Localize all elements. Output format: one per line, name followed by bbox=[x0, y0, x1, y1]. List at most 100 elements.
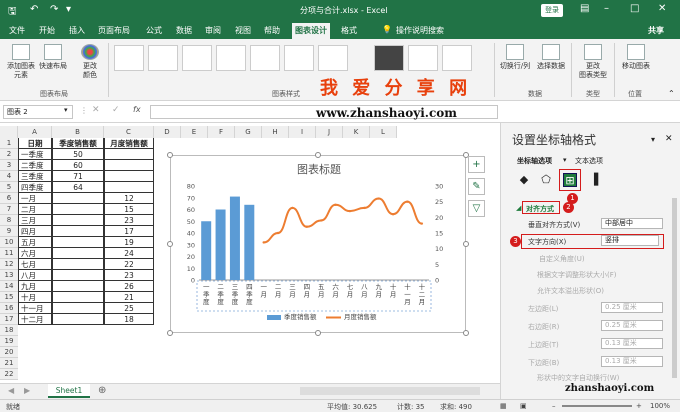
table-cell[interactable]: 七月 bbox=[18, 259, 52, 270]
table-cell[interactable]: 19 bbox=[104, 237, 154, 248]
table-cell[interactable] bbox=[52, 204, 104, 215]
row-header[interactable]: 9 bbox=[0, 226, 18, 237]
quick-layout-button[interactable]: 快速布局 bbox=[38, 44, 68, 71]
column-header-b[interactable]: B bbox=[52, 126, 104, 138]
menu-review[interactable]: 审阅 bbox=[205, 25, 221, 36]
table-cell[interactable]: 五月 bbox=[18, 237, 52, 248]
zoom-level[interactable]: 100% bbox=[650, 402, 670, 410]
row-header[interactable]: 10 bbox=[0, 237, 18, 248]
top-margin-input[interactable]: 0.13 厘米 bbox=[601, 338, 663, 349]
select-all-corner[interactable] bbox=[0, 126, 18, 138]
zoom-out-icon[interactable]: – bbox=[552, 402, 556, 410]
wrap-text-checkbox[interactable]: 形状中的文字自动换行(W) bbox=[537, 373, 619, 383]
section-alignment[interactable]: ◢ bbox=[516, 204, 521, 212]
text-direction-select[interactable]: 竖排 bbox=[601, 235, 659, 246]
table-cell[interactable]: 四月 bbox=[18, 226, 52, 237]
table-cell[interactable] bbox=[52, 237, 104, 248]
table-cell[interactable]: 三月 bbox=[18, 215, 52, 226]
table-cell[interactable] bbox=[52, 303, 104, 314]
menu-data[interactable]: 数据 bbox=[176, 25, 192, 36]
row-header[interactable]: 7 bbox=[0, 204, 18, 215]
table-cell[interactable]: 64 bbox=[52, 182, 104, 193]
column-header-h[interactable]: H bbox=[262, 126, 289, 138]
select-data-button[interactable]: 选择数据 bbox=[534, 44, 568, 71]
row-header[interactable]: 22 bbox=[0, 369, 18, 380]
row-header[interactable]: 17 bbox=[0, 314, 18, 325]
axis-options-dropdown-icon[interactable]: ▾ bbox=[563, 156, 567, 164]
column-header-j[interactable]: J bbox=[316, 126, 343, 138]
table-cell[interactable]: 九月 bbox=[18, 281, 52, 292]
column-header-f[interactable]: F bbox=[208, 126, 235, 138]
table-cell[interactable] bbox=[104, 171, 154, 182]
header-cell[interactable]: 月度销售额 bbox=[104, 138, 154, 149]
menu-format[interactable]: 格式 bbox=[341, 25, 357, 36]
right-margin-input[interactable]: 0.25 厘米 bbox=[601, 320, 663, 331]
menu-home[interactable]: 开始 bbox=[39, 25, 55, 36]
row-header[interactable]: 14 bbox=[0, 281, 18, 292]
chart-filters-button[interactable]: ▽ bbox=[468, 200, 485, 217]
table-cell[interactable]: 三季度 bbox=[18, 171, 52, 182]
prev-sheet-icon[interactable]: ◀ bbox=[8, 386, 14, 395]
row-header[interactable]: 3 bbox=[0, 160, 18, 171]
chart-resize-handle[interactable] bbox=[315, 152, 321, 158]
table-cell[interactable]: 12 bbox=[104, 193, 154, 204]
switch-row-column-button[interactable]: 切换行/列 bbox=[498, 44, 532, 71]
login-button[interactable]: 登录 bbox=[541, 4, 563, 17]
menu-view[interactable]: 视图 bbox=[235, 25, 251, 36]
table-cell[interactable]: 26 bbox=[104, 281, 154, 292]
table-cell[interactable]: 一季度 bbox=[18, 149, 52, 160]
chart-elements-button[interactable]: + bbox=[468, 156, 485, 173]
chart-style-10[interactable] bbox=[442, 45, 472, 71]
column-header-l[interactable]: L bbox=[370, 126, 397, 138]
horizontal-scrollbar[interactable] bbox=[300, 387, 480, 395]
sheet-tab-sheet1[interactable]: Sheet1 bbox=[48, 384, 90, 398]
fill-line-icon[interactable]: ◆ bbox=[517, 173, 531, 187]
resize-shape-checkbox[interactable]: 根据文字调整形状大小(F) bbox=[537, 270, 617, 280]
maximize-icon[interactable]: □ bbox=[630, 3, 639, 14]
table-cell[interactable]: 23 bbox=[104, 215, 154, 226]
table-cell[interactable]: 21 bbox=[104, 292, 154, 303]
table-cell[interactable]: 十一月 bbox=[18, 303, 52, 314]
chart-style-1[interactable] bbox=[114, 45, 144, 71]
chart-style-7[interactable] bbox=[318, 45, 348, 71]
left-margin-input[interactable]: 0.25 厘米 bbox=[601, 302, 663, 313]
table-cell[interactable]: 十月 bbox=[18, 292, 52, 303]
chart-style-3[interactable] bbox=[182, 45, 212, 71]
table-cell[interactable] bbox=[104, 182, 154, 193]
row-header[interactable]: 13 bbox=[0, 270, 18, 281]
chart-object[interactable]: 图表标题 0 10 20 30 40 50 60 70 80 0 5 10 15 20 25 30 一季度二季度三… bbox=[170, 155, 466, 333]
vertical-align-select[interactable]: 中部居中 bbox=[601, 218, 663, 229]
move-chart-button[interactable]: 移动图表 bbox=[618, 44, 654, 71]
axis-options-icon[interactable]: ▐ bbox=[587, 173, 601, 187]
column-header-d[interactable]: D bbox=[154, 126, 181, 138]
table-cell[interactable] bbox=[52, 259, 104, 270]
chart-style-8[interactable] bbox=[374, 45, 404, 71]
row-header[interactable]: 18 bbox=[0, 325, 18, 336]
table-cell[interactable] bbox=[52, 215, 104, 226]
table-cell[interactable]: 二季度 bbox=[18, 160, 52, 171]
search-box[interactable]: 操作说明搜索 bbox=[396, 25, 444, 36]
change-chart-type-button[interactable]: 更改 图表类型 bbox=[575, 44, 611, 80]
table-cell[interactable] bbox=[52, 314, 104, 325]
row-header[interactable]: 11 bbox=[0, 248, 18, 259]
customize-qat-icon[interactable]: ▾ bbox=[66, 4, 71, 15]
table-cell[interactable]: 25 bbox=[104, 303, 154, 314]
menu-help[interactable]: 帮助 bbox=[264, 25, 280, 36]
ribbon-display-icon[interactable]: ▤ bbox=[580, 3, 589, 14]
chart-resize-handle[interactable] bbox=[167, 241, 173, 247]
name-box[interactable]: 图表 2 bbox=[3, 105, 73, 119]
row-header[interactable]: 1 bbox=[0, 138, 18, 149]
tab-axis-options[interactable]: 坐标轴选项 bbox=[517, 156, 552, 166]
chart-style-5[interactable] bbox=[250, 45, 280, 71]
table-cell[interactable]: 二月 bbox=[18, 204, 52, 215]
table-cell[interactable] bbox=[52, 281, 104, 292]
pane-scrollbar[interactable] bbox=[672, 198, 677, 378]
header-cell[interactable]: 日期 bbox=[18, 138, 52, 149]
namebox-dropdown-icon[interactable]: ▾ bbox=[64, 106, 68, 114]
menu-file[interactable]: 文件 bbox=[9, 25, 25, 36]
chart-resize-handle[interactable] bbox=[463, 241, 469, 247]
chart-style-9[interactable] bbox=[408, 45, 438, 71]
row-header[interactable]: 6 bbox=[0, 193, 18, 204]
redo-icon[interactable]: ↷ bbox=[50, 4, 58, 15]
zoom-slider[interactable] bbox=[562, 405, 632, 407]
